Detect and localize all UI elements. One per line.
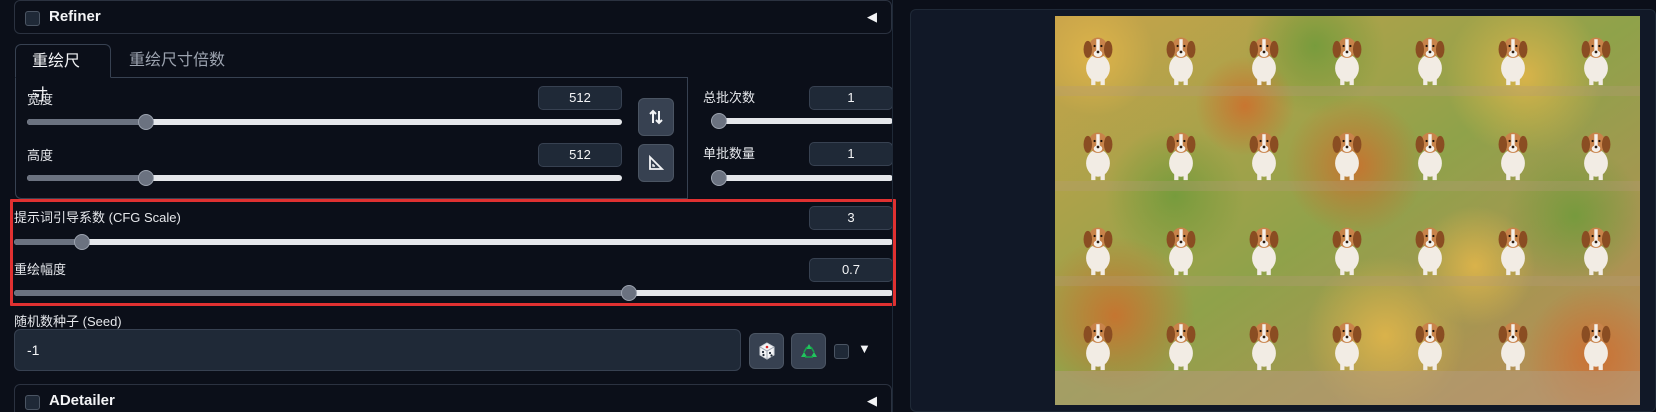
denoising-slider-fill — [14, 290, 630, 296]
dice-icon — [759, 342, 774, 360]
width-input[interactable]: 512 — [538, 86, 622, 110]
refiner-title: Refiner — [49, 8, 101, 25]
cfg-scale-slider[interactable] — [14, 234, 893, 250]
adetailer-accordion[interactable]: ADetailer ◀ — [14, 384, 892, 412]
height-slider[interactable] — [27, 170, 622, 186]
batch-count-label: 总批次数 — [703, 90, 756, 105]
cfg-scale-input[interactable]: 3 — [809, 206, 893, 230]
width-slider-fill — [27, 119, 146, 125]
aspect-ratio-button[interactable] — [638, 144, 674, 182]
tab-resize-to[interactable]: 重绘尺寸 — [15, 44, 111, 104]
tab-resize-by[interactable]: 重绘尺寸倍数 — [113, 44, 241, 78]
refiner-accordion[interactable]: Refiner ◀ — [14, 0, 892, 34]
extra-seed-checkbox[interactable] — [834, 344, 849, 359]
recycle-icon — [800, 344, 817, 358]
swap-dimensions-button[interactable] — [638, 98, 674, 136]
denoising-label: 重绘幅度 — [14, 262, 67, 277]
cfg-scale-slider-fill — [14, 239, 82, 245]
adetailer-checkbox[interactable] — [25, 395, 40, 410]
puppy-grid-image — [1055, 16, 1640, 405]
width-slider[interactable] — [27, 114, 622, 130]
batch-count-input[interactable]: 1 — [809, 86, 893, 110]
batch-size-input[interactable]: 1 — [809, 142, 893, 166]
output-image[interactable] — [1055, 16, 1640, 405]
seed-label: 随机数种子 (Seed) — [14, 314, 122, 329]
batch-size-slider-thumb[interactable] — [711, 170, 727, 186]
width-slider-thumb[interactable] — [138, 114, 154, 130]
seed-input[interactable]: -1 — [14, 329, 741, 371]
aspect-ratio-icon — [649, 154, 665, 170]
height-slider-thumb[interactable] — [138, 170, 154, 186]
denoising-input[interactable]: 0.7 — [809, 258, 893, 282]
denoising-slider[interactable] — [14, 285, 893, 301]
height-slider-fill — [27, 175, 146, 181]
batch-count-slider-thumb[interactable] — [711, 113, 727, 129]
adetailer-title: ADetailer — [49, 392, 115, 409]
refiner-checkbox[interactable] — [25, 11, 40, 26]
batch-size-slider[interactable] — [711, 170, 893, 186]
height-label: 高度 — [27, 148, 54, 163]
panel-divider — [892, 0, 893, 412]
height-input[interactable]: 512 — [538, 143, 622, 167]
cfg-scale-slider-thumb[interactable] — [73, 234, 90, 250]
random-seed-button[interactable] — [749, 333, 784, 369]
collapse-triangle-icon[interactable]: ◀ — [867, 9, 877, 25]
swap-dimensions-icon — [649, 109, 663, 125]
reuse-seed-button[interactable] — [791, 333, 826, 369]
extra-seed-dropdown-icon[interactable]: ▼ — [858, 341, 871, 356]
collapse-triangle-icon[interactable]: ◀ — [867, 393, 877, 409]
batch-size-label: 单批数量 — [703, 146, 756, 161]
batch-count-slider[interactable] — [711, 113, 893, 129]
cfg-scale-label: 提示词引导系数 (CFG Scale) — [14, 210, 181, 225]
